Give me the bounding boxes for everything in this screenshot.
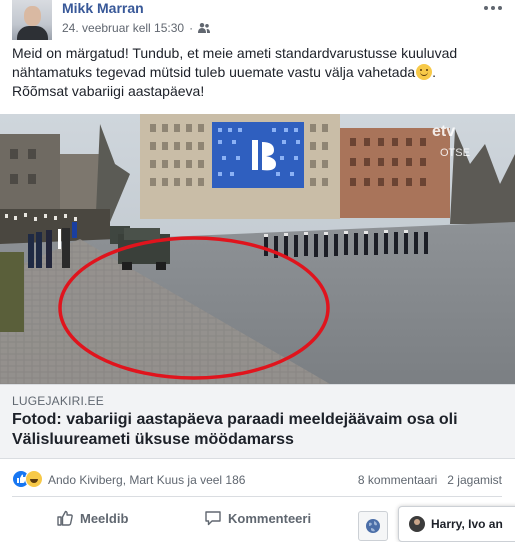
reactions-bar: Ando Kiviberg, Mart Kuus ja veel 186 8 k… [12, 466, 502, 490]
post-text-line: Rõõmsat vabariigi aastapäeva! [12, 83, 205, 99]
reaction-names[interactable]: Ando Kiviberg, Mart Kuus ja veel 186 [48, 473, 245, 487]
like-button[interactable]: Meeldib [56, 509, 128, 527]
link-domain: LUGEJAKIRI.EE [12, 394, 104, 408]
thumbs-up-icon [57, 510, 73, 526]
comment-icon [205, 511, 221, 526]
shares-count[interactable]: 2 jagamist [447, 473, 502, 487]
like-button-label: Meeldib [80, 510, 129, 526]
chat-tab-label: Harry, Ivo an [431, 517, 503, 531]
link-preview[interactable]: LUGEJAKIRI.EE Fotod: vabariigi aastapäev… [0, 384, 515, 459]
chat-avatar-icon [409, 516, 425, 532]
divider [12, 496, 502, 497]
post-photo[interactable]: etv OTSE [0, 114, 515, 384]
author-avatar[interactable] [12, 0, 52, 40]
parade-scene-image: etv OTSE [0, 114, 515, 384]
post-text-line: nähtamatuks tegevad mütsid tuleb uuemate… [12, 64, 437, 80]
globe-button[interactable] [358, 511, 388, 541]
globe-icon [366, 519, 380, 533]
post-timestamp[interactable]: 24. veebruar kell 15:30 [62, 21, 184, 35]
etv-watermark: etv [432, 123, 455, 140]
chat-tab[interactable]: Harry, Ivo an [398, 506, 515, 542]
engagement-counts: 8 kommentaari 2 jagamist [358, 473, 502, 487]
smile-emoji-icon [416, 64, 433, 80]
reaction-icons[interactable] [12, 470, 48, 488]
more-options-icon[interactable] [484, 2, 502, 14]
friends-icon[interactable] [198, 22, 211, 34]
author-name[interactable]: Mikk Marran [62, 0, 144, 16]
post-meta: 24. veebruar kell 15:30 · [62, 21, 211, 35]
haha-reaction-icon [25, 470, 43, 488]
otse-watermark: OTSE [440, 147, 470, 159]
post-text-line: Meid on märgatud! Tundub, et meie ameti … [12, 45, 458, 61]
post-text-segment: nähtamatuks tegevad mütsid tuleb uuemate… [12, 64, 416, 80]
post-header: Mikk Marran 24. veebruar kell 15:30 · [12, 0, 502, 44]
post-actions: Meeldib Kommenteeri Harry, Ivo an [0, 503, 515, 542]
comment-button-label: Kommenteeri [228, 510, 312, 526]
comment-button[interactable]: Kommenteeri [204, 509, 311, 527]
comments-count[interactable]: 8 kommentaari [358, 473, 437, 487]
link-title[interactable]: Fotod: vabariigi aastapäeva paraadi meel… [12, 410, 502, 450]
post-text: Meid on märgatud! Tundub, et meie ameti … [12, 44, 502, 101]
meta-separator: · [189, 21, 194, 35]
